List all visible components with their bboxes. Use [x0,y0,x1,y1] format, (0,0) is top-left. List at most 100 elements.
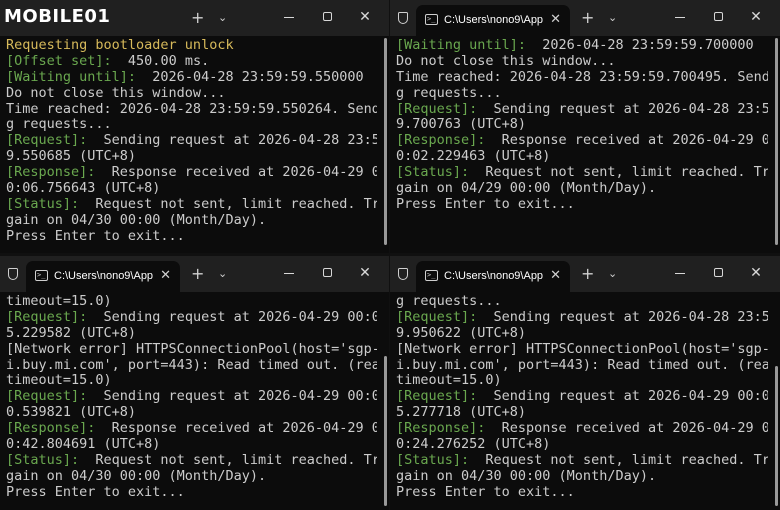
terminal-icon: >_ [425,270,438,281]
log-text: Press Enter to exit... [396,484,575,500]
log-text: Time reached: 2026-04-28 23:59:59.700495… [396,69,768,85]
log-text: Press Enter to exit... [6,484,185,500]
terminal-line: Requesting bootloader unlock [6,38,377,54]
terminal-line: 0:24.276252 (UTC+8) [396,437,768,453]
log-tag: [Status]: [6,452,80,468]
log-tag: [Request]: [6,389,88,405]
terminal-line: Do not close this window... [6,86,377,102]
terminal-line: i.buy.mi.com', port=443): Read timed out… [396,358,768,374]
terminal-line: 0:02.229463 (UTC+8) [396,149,768,165]
log-text: g requests... [396,85,502,101]
close-tab-icon[interactable]: ✕ [160,268,171,283]
tab-terminal[interactable]: >_ C:\Users\nono9\App ✕ [416,5,570,36]
terminal-line: gain on 04/30 00:00 (Month/Day). [6,213,377,229]
log-text: Request not sent, limit reached. Try a [469,452,768,468]
close-window-button[interactable]: ✕ [353,262,377,284]
terminal-line: Press Enter to exit... [6,229,377,245]
scrollbar[interactable] [775,366,778,506]
terminal-window-3: >_ C:\Users\nono9\App ✕ + ⌄ ✕ timeout=15… [0,256,389,510]
log-text: 0.539821 (UTC+8) [6,405,137,421]
tab-dropdown-icon[interactable]: ⌄ [608,9,617,27]
terminal-line: gain on 04/30 00:00 (Month/Day). [396,469,768,485]
terminal-line: [Status]: Request not sent, limit reache… [396,453,768,469]
new-tab-button[interactable]: + [191,265,204,283]
log-text: g requests... [6,117,112,133]
terminal-output[interactable]: [Waiting until]: 2026-04-28 23:59:59.700… [396,38,768,251]
terminal-line: [Waiting until]: 2026-04-28 23:59:59.550… [6,70,377,86]
terminal-output[interactable]: g requests... [Request]: Sending request … [396,294,768,508]
terminal-line: [Request]: Sending request at 2026-04-29… [6,310,377,326]
log-tag: [Status]: [6,196,80,212]
close-window-button[interactable]: ✕ [353,6,377,28]
terminal-line: i.buy.mi.com', port=443): Read timed out… [6,358,377,374]
log-tag: [Offset set]: [6,53,112,69]
close-tab-icon[interactable]: ✕ [550,12,561,27]
terminal-line: Time reached: 2026-04-28 23:59:59.700495… [396,70,768,86]
log-text: 9.950622 (UTC+8) [396,325,527,341]
terminal-output[interactable]: timeout=15.0) [Request]: Sending request … [6,294,377,508]
terminal-line: [Request]: Sending request at 2026-04-28… [396,102,768,118]
log-text: Sending request at 2026-04-29 00:00:1 [87,309,377,325]
log-text: gain on 04/30 00:00 (Month/Day). [396,468,657,484]
new-tab-button[interactable]: + [581,265,594,283]
terminal-window-4: >_ C:\Users\nono9\App ✕ + ⌄ ✕ g requests… [390,256,780,510]
title-bar[interactable]: >_ C:\Users\nono9\App ✕ + ⌄ ✕ [0,256,389,292]
terminal-line: Time reached: 2026-04-28 23:59:59.550264… [6,102,377,118]
log-text: Response received at 2026-04-29 00:0 [95,421,377,437]
log-text: Sending request at 2026-04-28 23:59:5 [477,309,768,325]
title-bar[interactable]: MOBILE01 + ⌄ ✕ [0,0,389,36]
close-window-button[interactable]: ✕ [744,6,768,28]
close-window-button[interactable]: ✕ [744,262,768,284]
watermark-text: MOBILE01 [4,6,111,27]
log-text: 5.229582 (UTC+8) [6,325,137,341]
terminal-line: [Request]: Sending request at 2026-04-29… [396,389,768,405]
minimize-button[interactable] [277,6,301,28]
tab-terminal[interactable]: >_ C:\Users\nono9\App ✕ [26,261,180,292]
log-text: Press Enter to exit... [6,228,185,244]
scrollbar[interactable] [775,38,778,245]
maximize-button[interactable] [315,6,339,28]
tab-terminal[interactable]: >_ C:\Users\nono9\App ✕ [416,261,570,292]
log-text: 5.277718 (UTC+8) [396,405,527,421]
title-bar[interactable]: >_ C:\Users\nono9\App ✕ + ⌄ ✕ [390,256,780,292]
terminal-line: [Request]: Sending request at 2026-04-28… [396,310,768,326]
maximize-button[interactable] [706,262,730,284]
log-tag: [Request]: [396,101,478,117]
log-text: Response received at 2026-04-29 00:0 [95,165,377,181]
terminal-line: 0.539821 (UTC+8) [6,405,377,421]
terminal-line: timeout=15.0) [396,373,768,389]
scrollbar[interactable] [384,38,387,245]
terminal-line: g requests... [396,294,768,310]
log-text: 0:42.804691 (UTC+8) [6,437,161,453]
terminal-line: [Status]: Request not sent, limit reache… [6,453,377,469]
minimize-button[interactable] [668,6,692,28]
log-text: Sending request at 2026-04-28 23:59:5 [87,133,377,149]
tab-dropdown-icon[interactable]: ⌄ [608,265,617,283]
log-text: g requests... [396,294,502,309]
log-text: 450.00 ms. [111,53,210,69]
new-tab-button[interactable]: + [581,9,594,27]
scrollbar[interactable] [384,356,387,506]
minimize-button[interactable] [668,262,692,284]
title-bar[interactable]: >_ C:\Users\nono9\App ✕ + ⌄ ✕ [390,0,780,36]
log-text: Do not close this window... [6,85,226,101]
terminal-line: [Response]: Response received at 2026-04… [396,421,768,437]
maximize-button[interactable] [315,262,339,284]
terminal-line: [Network error] HTTPSConnectionPool(host… [6,342,377,358]
maximize-button[interactable] [706,6,730,28]
terminal-output[interactable]: Requesting bootloader unlock [Offset set]… [6,38,377,251]
log-text: Response received at 2026-04-29 00:0 [485,133,768,149]
tab-dropdown-icon[interactable]: ⌄ [218,9,227,27]
minimize-button[interactable] [277,262,301,284]
new-tab-button[interactable]: + [191,9,204,27]
shield-icon [398,268,408,280]
tab-dropdown-icon[interactable]: ⌄ [218,265,227,283]
tab-title: C:\Users\nono9\App [54,270,154,282]
log-text: 9.550685 (UTC+8) [6,149,137,165]
log-tag: [Status]: [396,165,470,181]
terminal-line: [Response]: Response received at 2026-04… [6,165,377,181]
close-tab-icon[interactable]: ✕ [550,268,561,283]
shield-icon [398,12,408,24]
log-text: 9.700763 (UTC+8) [396,117,527,133]
terminal-line: timeout=15.0) [6,373,377,389]
